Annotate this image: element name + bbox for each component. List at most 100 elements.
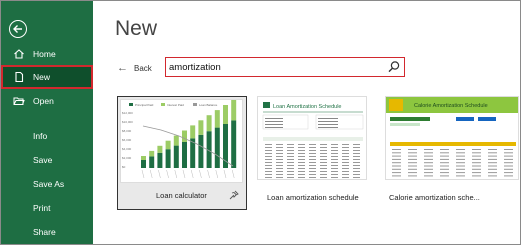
- table-cell: [342, 177, 349, 178]
- table-cell: [472, 172, 481, 174]
- table-cell: [309, 177, 316, 178]
- template-search-box[interactable]: [165, 57, 405, 77]
- template-name: Loan calculator: [156, 191, 207, 200]
- table-cell: [456, 162, 465, 164]
- chart-bar: [165, 140, 171, 150]
- sidebar-item-print[interactable]: Print: [1, 197, 93, 219]
- sidebar-item-save[interactable]: Save: [1, 149, 93, 171]
- table-cell: [408, 155, 417, 157]
- x-tick: [190, 169, 194, 179]
- table-cell: [456, 165, 465, 167]
- sidebar-item-label: Save: [33, 154, 53, 165]
- summary-line: [265, 124, 283, 125]
- table-cell: [353, 168, 360, 169]
- sidebar-item-info[interactable]: Info: [1, 125, 93, 147]
- template-card-loan-amortization[interactable]: Loan Amortization Schedule Loan amortiza…: [257, 96, 367, 210]
- table-cell: [353, 165, 360, 166]
- table-cell: [353, 156, 360, 157]
- table-cell: [265, 165, 272, 166]
- table-cell: [408, 152, 417, 154]
- y-tick-label: $2,000: [122, 156, 132, 160]
- chart-bar: [141, 160, 146, 168]
- table-cell: [309, 162, 316, 163]
- table-cell: [320, 156, 327, 157]
- legend-label: Principal Paid: [135, 103, 154, 107]
- sidebar-item-share[interactable]: Share: [1, 221, 93, 243]
- table-cell: [287, 144, 294, 145]
- search-input[interactable]: [169, 60, 379, 74]
- chart-bar: [182, 142, 187, 168]
- table-cell: [456, 158, 465, 160]
- chart-bar: [198, 134, 204, 168]
- sidebar-item-open[interactable]: Open: [1, 90, 93, 112]
- table-cell: [504, 162, 513, 164]
- summary-line: [318, 118, 338, 119]
- table-cell: [488, 165, 497, 167]
- table-cell: [472, 175, 481, 177]
- folder-open-icon: [12, 94, 26, 108]
- table-cell: [504, 158, 513, 160]
- template-card-loan-calculator[interactable]: Principal Paid Interest Paid Loan Balance …: [117, 96, 247, 210]
- table-cell: [488, 162, 497, 164]
- sidebar-item-label: Home: [33, 48, 56, 59]
- back-link[interactable]: ← Back: [117, 62, 152, 74]
- table-cell: [353, 174, 360, 175]
- table-cell: [353, 147, 360, 148]
- chart-bar: [141, 156, 146, 160]
- table-cell: [320, 174, 327, 175]
- table-cell: [320, 168, 327, 169]
- template-card-calorie-amortization[interactable]: Calorie Amortization Schedule Calorie am…: [385, 96, 519, 210]
- y-tick-label: $4,000: [122, 147, 132, 151]
- table-cell: [440, 155, 449, 157]
- table-cell: [353, 159, 360, 160]
- sidebar-item-save-as[interactable]: Save As: [1, 173, 93, 195]
- chart-bar: [182, 130, 187, 142]
- table-cell: [287, 153, 294, 154]
- pin-icon[interactable]: [229, 190, 239, 200]
- table-cell: [392, 155, 401, 157]
- table-cell: [472, 152, 481, 154]
- table-cell: [309, 156, 316, 157]
- chart-bar: [190, 125, 196, 139]
- chart-bar: [206, 115, 212, 132]
- table-cell: [456, 168, 465, 170]
- table-cell: [298, 177, 305, 178]
- table-cell: [488, 158, 497, 160]
- table-cell: [440, 152, 449, 154]
- y-tick-label: $0: [122, 165, 126, 169]
- table-cell: [504, 175, 513, 177]
- chart-bar: [173, 135, 179, 146]
- x-tick: [215, 169, 219, 179]
- table-cell: [320, 153, 327, 154]
- table-cell: [504, 149, 513, 150]
- table-cell: [298, 171, 305, 172]
- table-cell: [472, 158, 481, 160]
- x-tick: [158, 169, 161, 179]
- table-cell: [320, 159, 327, 160]
- table-cell: [265, 162, 272, 163]
- table-cell: [424, 162, 433, 164]
- table-cell: [472, 162, 481, 164]
- template-thumbnail: Loan Amortization Schedule: [257, 96, 367, 180]
- table-cell: [408, 149, 417, 150]
- summary-line: [318, 127, 338, 128]
- table-cell: [331, 150, 338, 151]
- table-cell: [504, 152, 513, 154]
- table-cell: [276, 168, 283, 169]
- table-cell: [309, 159, 316, 160]
- chart-bar: [165, 149, 171, 168]
- table-cell: [353, 153, 360, 154]
- table-cell: [276, 174, 283, 175]
- search-icon[interactable]: [387, 60, 401, 74]
- chart-bar: [149, 156, 155, 168]
- summary-line: [265, 121, 283, 122]
- left-arrow-icon: ←: [117, 62, 128, 74]
- back-arrow-icon[interactable]: [9, 20, 27, 38]
- table-cell: [276, 162, 283, 163]
- sidebar-item-new[interactable]: New: [1, 65, 93, 89]
- table-cell: [265, 156, 272, 157]
- x-tick: [141, 169, 145, 179]
- table-cell: [440, 158, 449, 160]
- table-cell: [276, 159, 283, 160]
- sidebar-item-home[interactable]: Home: [1, 43, 93, 65]
